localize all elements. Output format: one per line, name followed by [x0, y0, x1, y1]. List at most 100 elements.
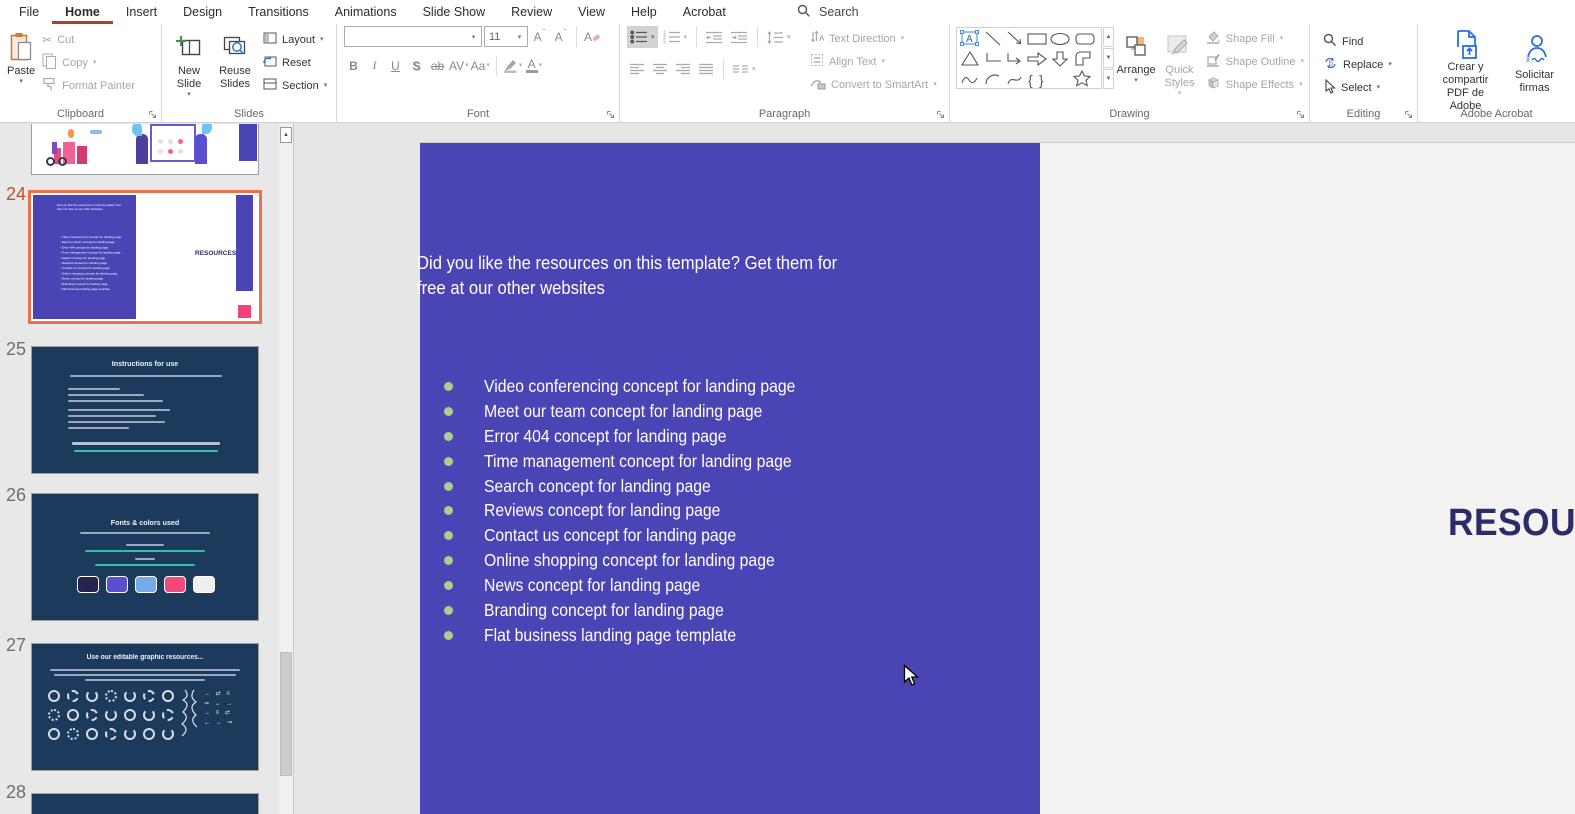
character-spacing-button[interactable]: AV▾ [449, 55, 469, 76]
decrease-indent-button[interactable] [703, 26, 726, 48]
text-direction-button[interactable]: A Text Direction ▾ [805, 27, 942, 50]
resources-side-label[interactable]: RESOURCES [1448, 502, 1575, 545]
bold-button[interactable]: B [344, 55, 363, 76]
thumbnail-slide-25[interactable]: Instructions for use [31, 346, 259, 474]
select-icon [1323, 79, 1336, 97]
align-text-button[interactable]: Align Text ▾ [805, 50, 942, 73]
highlight-color-button[interactable]: ▾ [503, 55, 523, 76]
thumbnail-slide-24[interactable]: Did you like the resources on this templ… [28, 190, 262, 324]
clear-formatting-button[interactable]: A [583, 26, 602, 47]
bullet-dot [444, 581, 453, 590]
align-left-button[interactable] [627, 58, 648, 80]
smartart-icon [810, 77, 826, 93]
thumbnail-slide-23[interactable] [31, 124, 259, 175]
tab-home[interactable]: Home [52, 0, 113, 24]
select-button[interactable]: Select ▾ [1318, 76, 1417, 99]
format-painter-button[interactable]: Format Painter [37, 74, 140, 97]
search-box[interactable]: Search [797, 0, 859, 24]
mini-pink-square [238, 305, 251, 318]
font-name-combo[interactable]: ▾ [344, 26, 482, 47]
thumbnail-scrollbar-thumb[interactable] [280, 652, 292, 776]
list-item: Contact us concept for landing page [444, 523, 830, 548]
group-font: ▾ 11 ▾ Aˆ Aˇ A B I U S ab [337, 24, 620, 123]
swatch-blue [135, 576, 157, 593]
shape-fill-button[interactable]: Shape Fill ▾ [1201, 27, 1309, 50]
reuse-slides-button[interactable]: Reuse Slides [212, 27, 258, 100]
columns-button[interactable]: ▾ [730, 58, 759, 80]
shapes-scroll-down[interactable]: ▼ [1103, 48, 1114, 68]
svg-text:A: A [966, 34, 973, 45]
bullets-button[interactable]: ▾ [627, 26, 658, 48]
italic-button[interactable]: I [365, 55, 384, 76]
font-name-dropdown[interactable]: ▾ [466, 33, 481, 41]
replace-button[interactable]: b Replace ▾ [1318, 53, 1417, 76]
convert-smartart-button[interactable]: Convert to SmartArt ▾ [805, 73, 942, 96]
increase-indent-button[interactable] [728, 26, 751, 48]
tab-help[interactable]: Help [618, 0, 670, 24]
paste-dropdown-chevron[interactable]: ▾ [19, 78, 23, 85]
text-shadow-button[interactable]: S [407, 55, 426, 76]
align-center-button[interactable] [650, 58, 671, 80]
slide-white-region[interactable] [1040, 143, 1575, 814]
shape-outline-button[interactable]: Shape Outline ▾ [1201, 50, 1309, 73]
paste-button[interactable]: Paste ▾ [5, 27, 37, 100]
thumbnail-slide-26[interactable]: Fonts & colors used [31, 493, 259, 621]
thumbnail-scrollbar[interactable]: ▲ [279, 124, 293, 814]
tab-view[interactable]: View [565, 0, 618, 24]
new-slide-button[interactable]: New Slide ▾ [166, 27, 212, 100]
copy-icon [42, 53, 57, 72]
shapes-gallery[interactable]: A { } [956, 27, 1102, 89]
thumbnail-slide-27[interactable]: Use our editable graphic resources... → … [31, 643, 259, 771]
tab-transitions[interactable]: Transitions [235, 0, 322, 24]
arrange-button[interactable]: Arrange ▾ [1114, 24, 1158, 97]
slide-editing-canvas: Did you like the resources on this templ… [294, 124, 1575, 814]
justify-button[interactable] [696, 58, 717, 80]
tab-review[interactable]: Review [498, 0, 565, 24]
slide-bullet-list[interactable]: Video conferencing concept for landing p… [444, 374, 830, 648]
shapes-more-button[interactable]: ▼ [1103, 69, 1114, 89]
copy-button[interactable]: Copy ▾ [37, 51, 140, 74]
font-color-button[interactable]: A ▾ [524, 55, 543, 76]
tab-design[interactable]: Design [170, 0, 235, 24]
font-size-combo[interactable]: 11 ▾ [484, 26, 528, 47]
thumbnail-number-26: 26 [6, 485, 26, 506]
thumbnail-slide-28[interactable] [31, 793, 259, 814]
bullet-dot [444, 432, 453, 441]
request-signatures-button[interactable]: x Solicitar firmas [1506, 27, 1564, 100]
list-item: Branding concept for landing page [444, 598, 830, 623]
create-pdf-button[interactable]: Crear y compartir PDF de Adobe [1430, 27, 1502, 100]
thumbnail-scroll-up-button[interactable]: ▲ [280, 127, 292, 143]
svg-text:{: { [1028, 72, 1033, 88]
shape-outline-icon [1206, 53, 1221, 70]
tab-file[interactable]: File [6, 0, 52, 24]
underline-button[interactable]: U [386, 55, 405, 76]
align-right-button[interactable] [673, 58, 694, 80]
grow-font-button[interactable]: Aˆ [530, 26, 549, 47]
shapes-scroll-up[interactable]: ▲ [1103, 27, 1114, 47]
slide-heading-text[interactable]: Did you like the resources on this templ… [417, 250, 867, 300]
layout-button[interactable]: Layout ▾ [258, 28, 332, 51]
bullet-dot [444, 382, 453, 391]
numbering-button[interactable]: 123 ▾ [660, 26, 691, 48]
list-item: Video conferencing concept for landing p… [444, 374, 830, 399]
tab-acrobat[interactable]: Acrobat [670, 0, 739, 24]
svg-text:A: A [819, 34, 824, 43]
reset-button[interactable]: Reset [258, 51, 332, 74]
tab-slideshow[interactable]: Slide Show [410, 0, 499, 24]
line-spacing-button[interactable]: ▾ [764, 26, 794, 48]
shrink-font-button[interactable]: Aˇ [551, 26, 570, 47]
cut-button[interactable]: ✂ Cut [37, 28, 140, 51]
list-item: Meet our team concept for landing page [444, 399, 830, 424]
section-button[interactable]: Section ▾ [258, 74, 332, 97]
find-button[interactable]: Find [1318, 30, 1417, 53]
strikethrough-button[interactable]: ab [428, 55, 447, 76]
font-size-dropdown[interactable]: ▾ [512, 33, 527, 41]
tab-animations[interactable]: Animations [322, 0, 410, 24]
change-case-button[interactable]: Aa▾ [471, 55, 490, 76]
svg-text:x: x [1526, 55, 1530, 64]
slide-thumbnail-panel: 24 Did you like the resources on this te… [0, 124, 293, 814]
shape-effects-button[interactable]: Shape Effects ▾ [1201, 73, 1309, 96]
paragraph-group-label: Paragraph [620, 108, 949, 120]
tab-insert[interactable]: Insert [113, 0, 170, 24]
quick-styles-button[interactable]: Quick Styles ▾ [1158, 24, 1201, 97]
